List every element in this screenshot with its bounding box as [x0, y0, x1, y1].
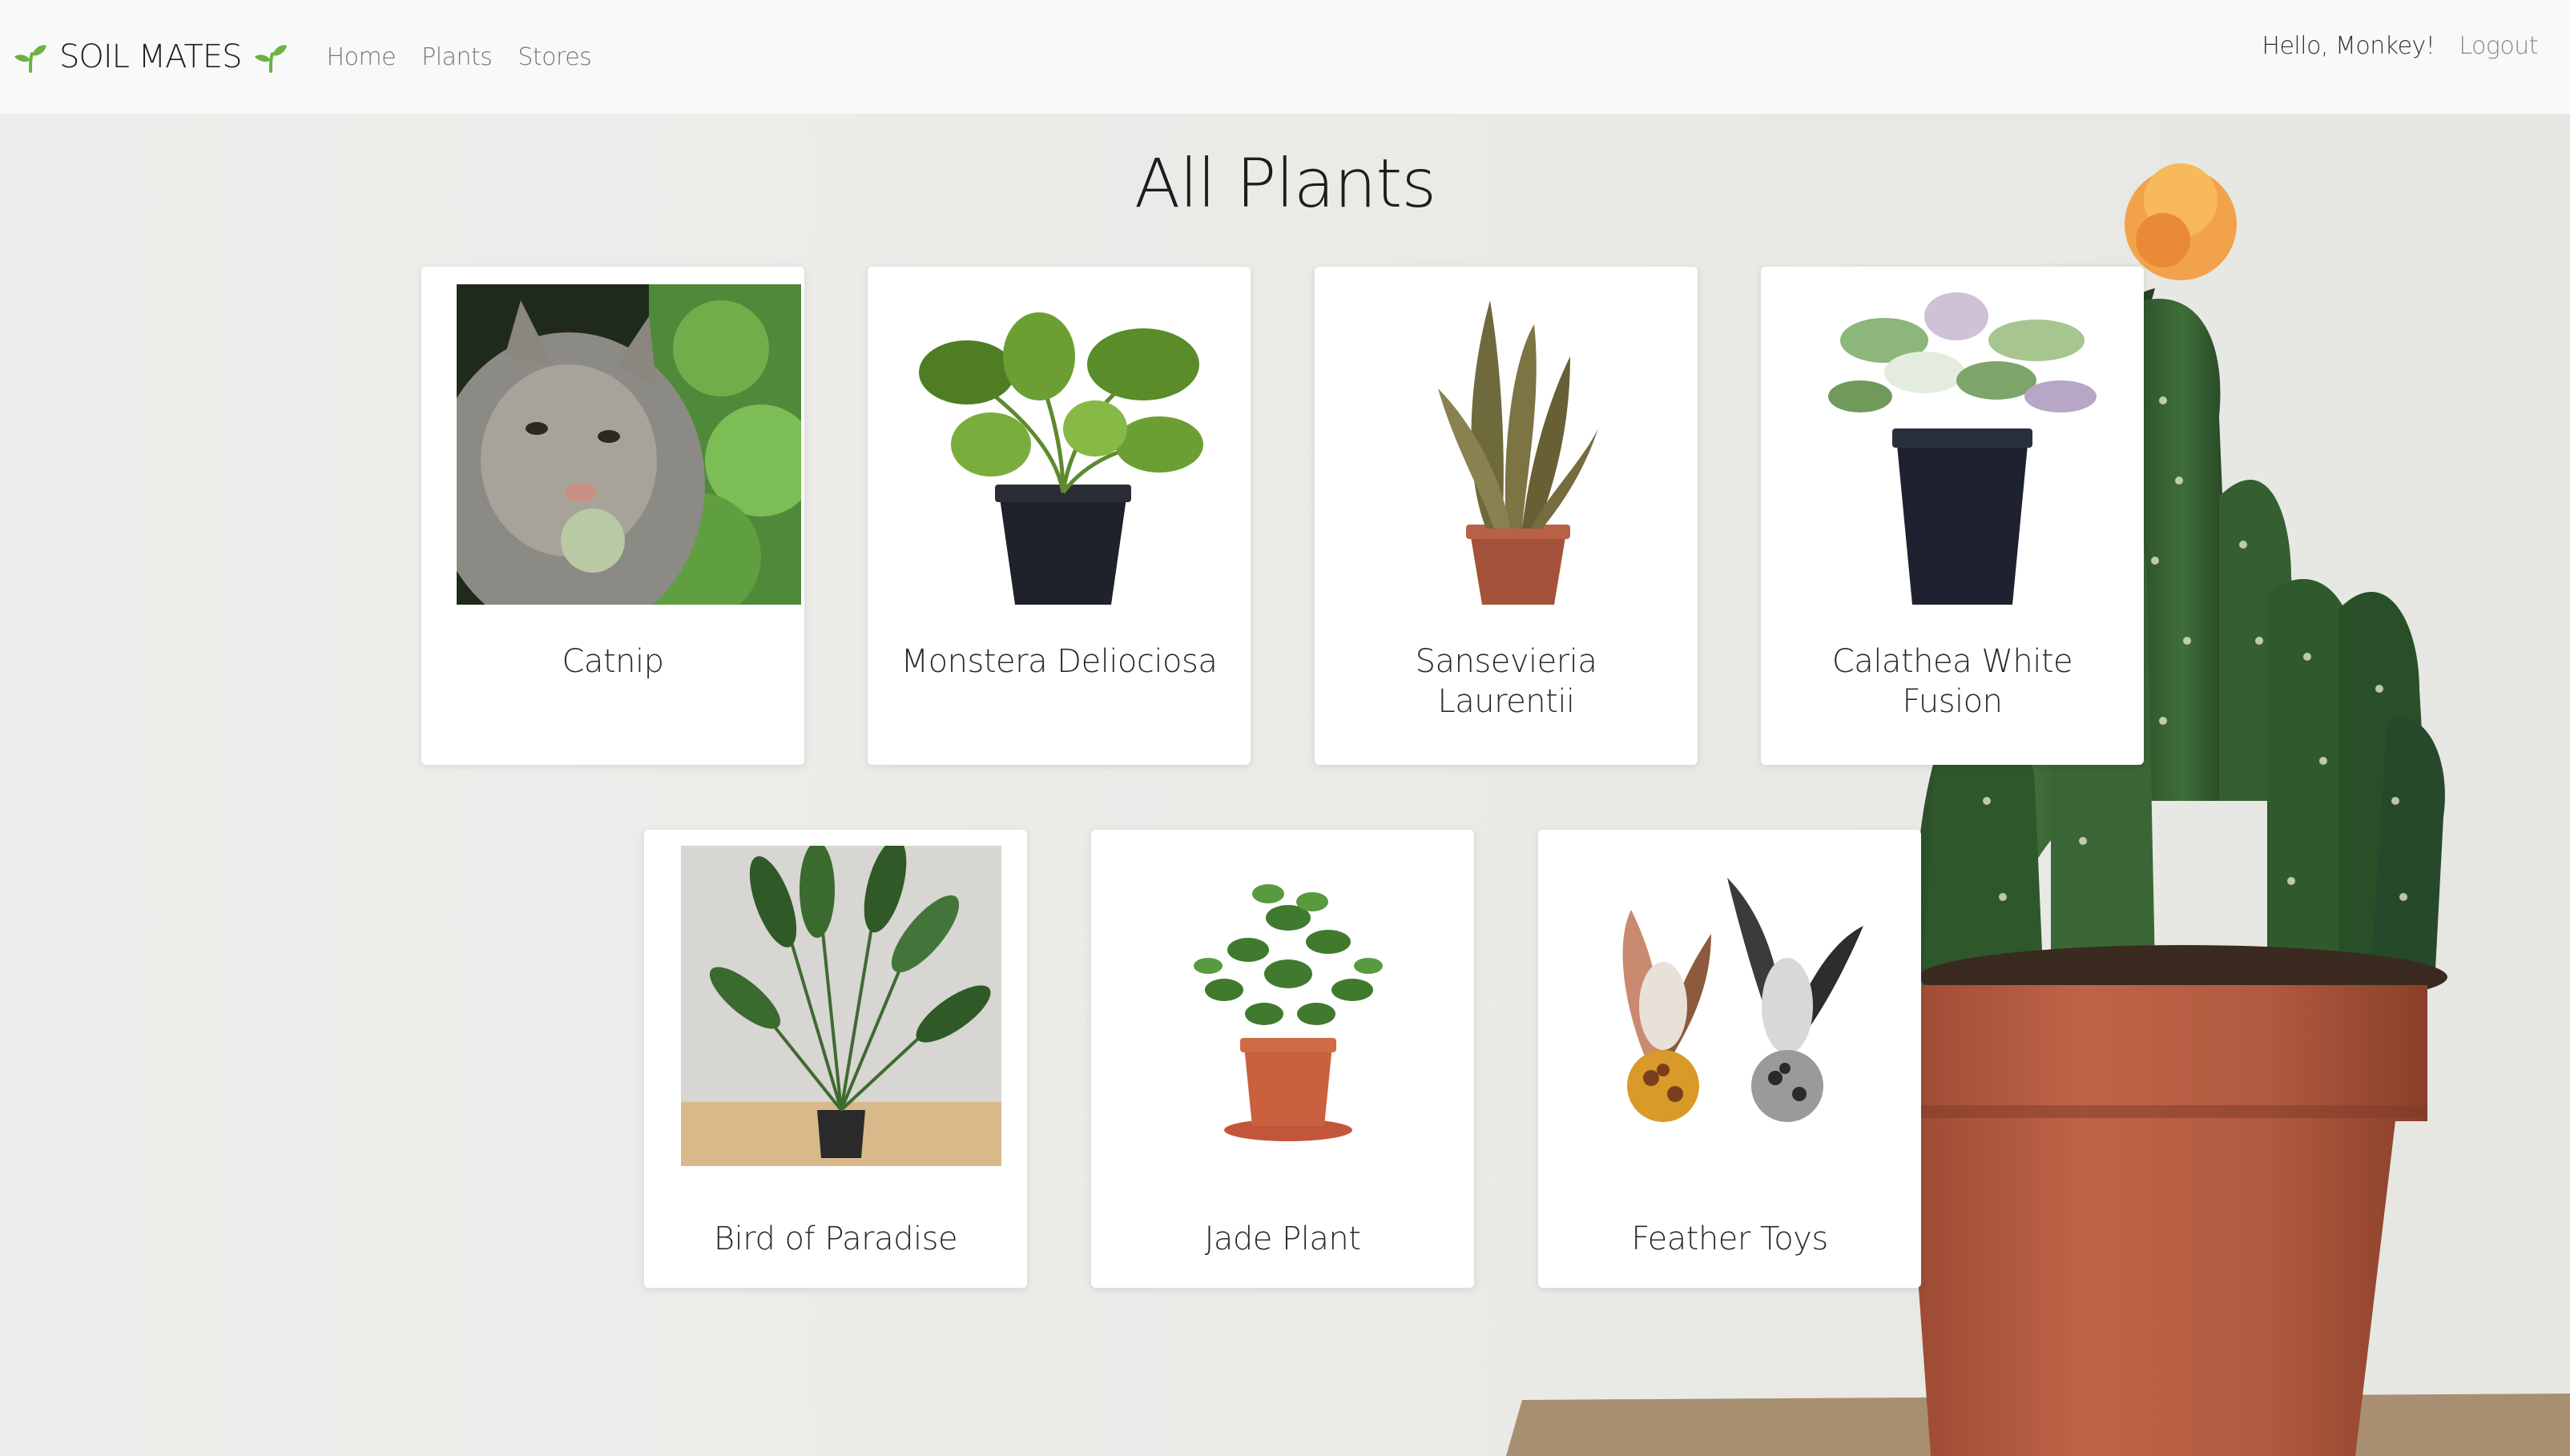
jade-plant-image — [1128, 846, 1448, 1166]
plant-name: Feather Toys — [1631, 1221, 1828, 1257]
calathea-image — [1796, 284, 2141, 605]
plant-card-jade[interactable]: Jade Plant — [1091, 830, 1474, 1288]
sprout-icon — [13, 41, 48, 73]
plant-card-calathea[interactable]: Calathea White Fusion — [1761, 267, 2144, 765]
plant-card-sansevieria[interactable]: Sansevieria Laurentii — [1315, 267, 1698, 765]
plant-name: Jade Plant — [1204, 1221, 1361, 1257]
plant-name: Catnip — [562, 643, 664, 680]
sprout-icon — [253, 41, 288, 73]
top-navbar: SOIL MATES Home Plants Stores Hello, Mon… — [0, 0, 2570, 114]
logout-link[interactable]: Logout — [2459, 32, 2538, 60]
plant-card-bird-of-paradise[interactable]: Bird of Paradise — [644, 830, 1027, 1288]
user-greeting: Hello, Monkey! — [2262, 31, 2435, 60]
plant-card-feather-toys[interactable]: Feather Toys — [1538, 830, 1921, 1288]
feather-toys-image — [1575, 846, 1895, 1166]
nav-link-plants[interactable]: Plants — [421, 43, 493, 71]
brand-name: SOIL MATES — [59, 38, 243, 75]
plant-card-grid: Catnip Monstera Deliociosa Sansevieria L… — [0, 0, 2570, 1456]
plant-card-monstera[interactable]: Monstera Deliociosa — [868, 267, 1251, 765]
plant-name: Monstera Deliociosa — [900, 643, 1218, 680]
monstera-image — [903, 284, 1247, 605]
plant-name: Sansevieria Laurentii — [1415, 643, 1597, 720]
nav-link-stores[interactable]: Stores — [518, 43, 591, 71]
nav-left-group: SOIL MATES Home Plants Stores — [0, 38, 617, 75]
brand-logo[interactable]: SOIL MATES — [13, 38, 288, 75]
plant-card-catnip[interactable]: Catnip — [421, 267, 804, 765]
nav-right-group: Hello, Monkey! Logout — [2262, 32, 2570, 60]
sansevieria-image — [1350, 284, 1694, 605]
plant-name: Calathea White Fusion — [1831, 643, 2073, 720]
plant-name: Bird of Paradise — [713, 1221, 958, 1257]
catnip-image — [457, 284, 801, 605]
nav-link-home[interactable]: Home — [327, 43, 397, 71]
bird-of-paradise-image — [681, 846, 1001, 1166]
